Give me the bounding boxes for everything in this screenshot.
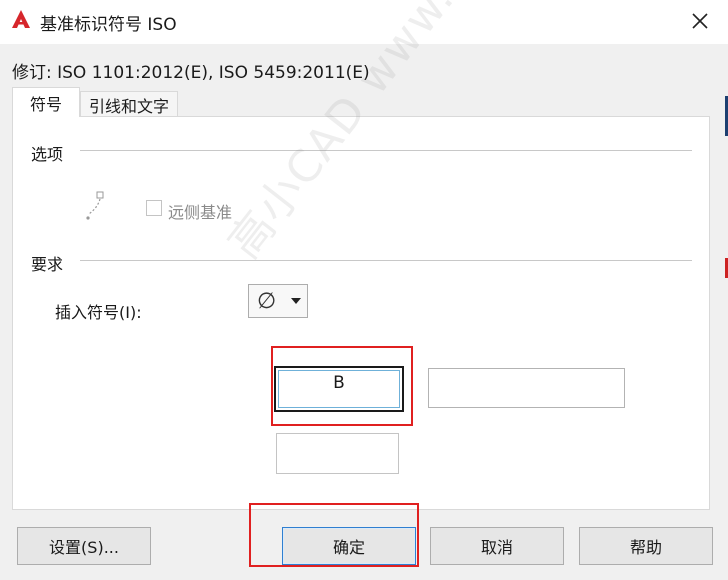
title-bar: 基准标识符号 ISO: [0, 0, 728, 44]
options-group-title: 选项: [31, 145, 64, 164]
settings-button[interactable]: 设置(S)...: [17, 527, 151, 565]
requirements-divider: [80, 260, 692, 261]
far-datum-icon: [86, 191, 104, 220]
options-divider: [80, 150, 692, 151]
insert-symbol-label: 插入符号(I):: [55, 303, 142, 322]
revision-text: 修订: ISO 1101:2012(E), ISO 5459:2011(E): [12, 63, 370, 83]
chevron-down-icon: [291, 298, 301, 304]
tab-leader-and-text[interactable]: 引线和文字: [80, 91, 178, 117]
close-icon: [692, 13, 708, 29]
close-button[interactable]: [686, 7, 714, 35]
autocad-logo-icon: [12, 10, 30, 28]
help-button[interactable]: 帮助: [579, 527, 713, 565]
datum-field-1[interactable]: B: [274, 366, 404, 412]
far-side-datum-label: 远侧基准: [168, 203, 233, 222]
datum-field-3[interactable]: [276, 433, 399, 474]
far-side-datum-checkbox[interactable]: [146, 200, 162, 216]
datum-field-2[interactable]: [428, 368, 625, 408]
ok-button[interactable]: 确定: [282, 527, 416, 565]
datum-field-1-value: B: [333, 373, 345, 393]
requirements-group-title: 要求: [31, 255, 64, 274]
insert-symbol-dropdown[interactable]: ∅: [248, 284, 308, 318]
window-title: 基准标识符号 ISO: [40, 15, 177, 35]
tab-symbol[interactable]: 符号: [12, 87, 80, 117]
cancel-button[interactable]: 取消: [430, 527, 564, 565]
diameter-symbol-icon: ∅: [257, 288, 277, 314]
